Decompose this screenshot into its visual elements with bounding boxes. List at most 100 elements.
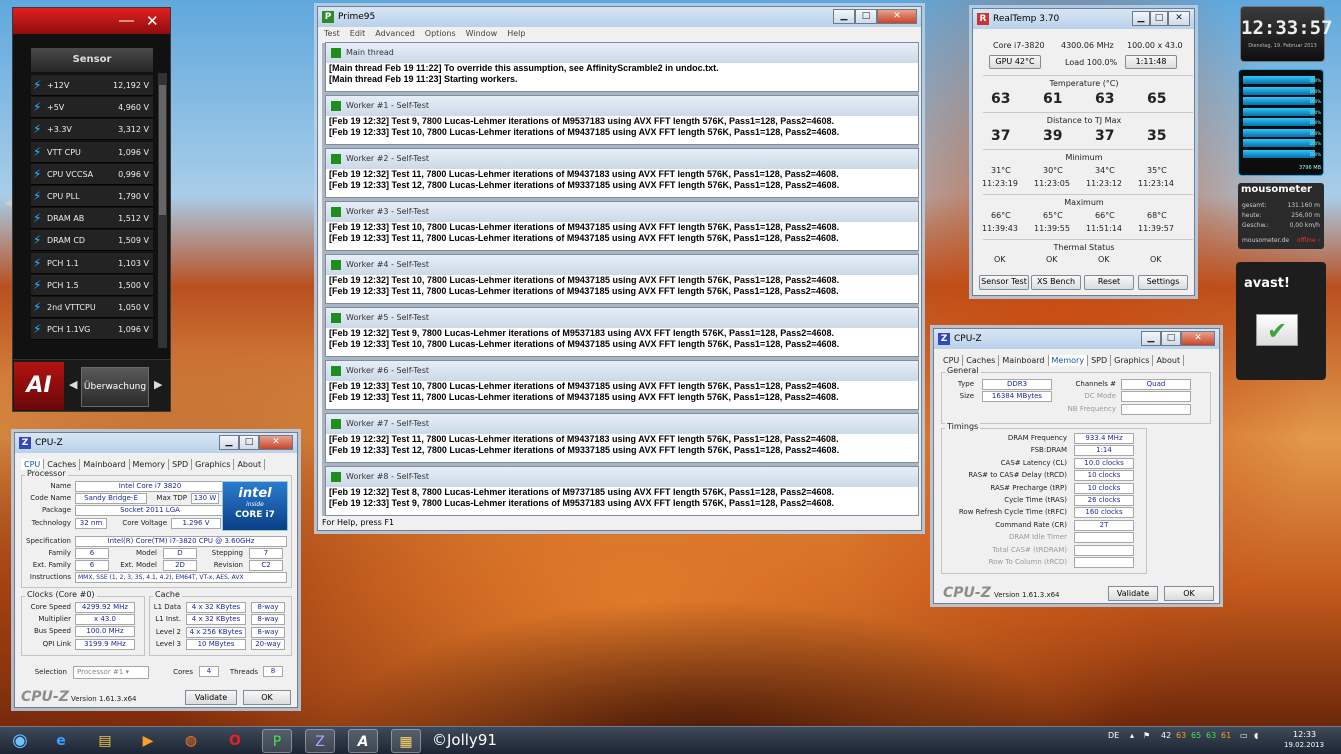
- menu-item-window[interactable]: Window: [466, 29, 498, 38]
- minimize-icon[interactable]: ▁: [1132, 11, 1150, 26]
- sensor-test-button[interactable]: Sensor Test: [979, 275, 1029, 290]
- minimize-icon[interactable]: ▁: [219, 435, 239, 450]
- tab-about[interactable]: About: [1153, 355, 1185, 366]
- tab-memory[interactable]: Memory: [1048, 355, 1089, 366]
- tab-mainboard[interactable]: Mainboard: [999, 355, 1049, 366]
- worker-titlebar[interactable]: Worker #7 - Self-Test: [326, 414, 918, 434]
- maximize-icon[interactable]: □: [1150, 11, 1168, 26]
- minimize-icon[interactable]: ▁: [833, 9, 855, 24]
- xs-bench-button[interactable]: XS Bench: [1031, 275, 1081, 290]
- flag-icon[interactable]: ⚑: [1143, 731, 1150, 740]
- close-icon[interactable]: ✕: [1181, 331, 1215, 346]
- worker-window[interactable]: Worker #5 - Self-Test [Feb 19 12:32] Test…: [325, 307, 919, 357]
- tray-core-temp[interactable]: 63: [1176, 731, 1186, 740]
- processor-select[interactable]: Processor #1 ▾: [73, 666, 149, 679]
- volume-icon[interactable]: ◖: [1254, 731, 1258, 740]
- worker-window[interactable]: Worker #4 - Self-Test [Feb 19 12:32] Test…: [325, 254, 919, 304]
- scroll-thumb[interactable]: [159, 85, 166, 215]
- language-indicator[interactable]: DE: [1108, 731, 1119, 740]
- worker-window[interactable]: Worker #2 - Self-Test [Feb 19 12:32] Test…: [325, 148, 919, 198]
- tray-core-temp[interactable]: 61: [1221, 731, 1231, 740]
- taskbar-date[interactable]: 19.02.2013: [1284, 741, 1324, 749]
- tray-core-temp[interactable]: 42: [1161, 731, 1171, 740]
- validate-button[interactable]: Validate: [1108, 586, 1158, 601]
- timer-button[interactable]: 1:11:48: [1125, 55, 1177, 69]
- minimize-icon[interactable]: —: [119, 12, 134, 29]
- settings-button[interactable]: Settings: [1138, 275, 1188, 290]
- maximize-icon[interactable]: □: [239, 435, 259, 450]
- worker-titlebar[interactable]: Worker #4 - Self-Test: [326, 255, 918, 275]
- taskbar-time[interactable]: 12:33: [1293, 730, 1316, 739]
- sensor-scrollbar[interactable]: [158, 73, 167, 348]
- sensor-row[interactable]: ⚡ +5V 4,960 V: [31, 97, 153, 119]
- sensor-row[interactable]: ⚡ +3.3V 3,312 V: [31, 119, 153, 141]
- validate-button[interactable]: Validate: [185, 690, 237, 705]
- cpuz-titlebar[interactable]: Z CPU-Z ▁ □ ✕: [934, 329, 1219, 349]
- media-player-icon[interactable]: ▶: [133, 729, 163, 753]
- reset-button[interactable]: Reset: [1084, 275, 1134, 290]
- worker-titlebar[interactable]: Worker #2 - Self-Test: [326, 149, 918, 169]
- next-arrow-icon[interactable]: ▶: [154, 378, 162, 391]
- worker-window[interactable]: Worker #1 - Self-Test [Feb 19 12:32] Test…: [325, 95, 919, 145]
- ai-suite-taskbar-icon[interactable]: A: [348, 729, 378, 753]
- realtemp-taskbar-icon[interactable]: ▦: [391, 729, 421, 753]
- sensor-row[interactable]: ⚡ +12V 12,192 V: [31, 75, 153, 96]
- worker-titlebar[interactable]: Worker #3 - Self-Test: [326, 202, 918, 222]
- tab-caches[interactable]: Caches: [963, 355, 1000, 366]
- sensor-row[interactable]: ⚡ DRAM CD 1,509 V: [31, 230, 153, 252]
- tab-memory[interactable]: Memory: [130, 459, 170, 470]
- worker-titlebar[interactable]: Worker #5 - Self-Test: [326, 308, 918, 328]
- close-icon[interactable]: ✕: [259, 435, 293, 450]
- close-icon[interactable]: ✕: [877, 9, 917, 24]
- tab-cpu[interactable]: CPU: [940, 355, 964, 366]
- worker-titlebar[interactable]: Main thread: [326, 43, 918, 63]
- prime95-taskbar-icon[interactable]: P: [262, 729, 292, 753]
- worker-titlebar[interactable]: Worker #6 - Self-Test: [326, 361, 918, 381]
- sensor-row[interactable]: ⚡ VTT CPU 1,096 V: [31, 141, 153, 163]
- gpu-temp-button[interactable]: GPU 42°C: [989, 55, 1041, 69]
- tab-graphics[interactable]: Graphics: [1111, 355, 1154, 366]
- opera-icon[interactable]: O: [220, 729, 250, 753]
- cpuz-titlebar[interactable]: Z CPU-Z ▁ □ ✕: [15, 433, 297, 453]
- sensor-row[interactable]: ⚡ CPU VCCSA 0,996 V: [31, 163, 153, 185]
- worker-window[interactable]: Worker #3 - Self-Test [Feb 19 12:33] Test…: [325, 201, 919, 251]
- maximize-icon[interactable]: □: [1161, 331, 1181, 346]
- cpuz-taskbar-icon[interactable]: Z: [305, 729, 335, 753]
- mousometer-site[interactable]: mousometer.de: [1242, 237, 1289, 244]
- tab-spd[interactable]: SPD: [169, 459, 193, 470]
- tab-mainboard[interactable]: Mainboard: [80, 459, 130, 470]
- close-icon[interactable]: ✕: [146, 12, 159, 30]
- checkmark-icon[interactable]: ✔: [1256, 314, 1298, 346]
- firefox-icon[interactable]: ◍: [176, 729, 206, 753]
- sensor-row[interactable]: ⚡ 2nd VTTCPU 1,050 V: [31, 297, 153, 318]
- worker-window[interactable]: Main thread [Main thread Feb 19 11:22] To…: [325, 42, 919, 92]
- collapse-arrow-icon[interactable]: ◀: [4, 198, 12, 209]
- menu-item-advanced[interactable]: Advanced: [375, 29, 415, 38]
- worker-window[interactable]: Worker #7 - Self-Test [Feb 19 12:32] Test…: [325, 413, 919, 463]
- internet-explorer-icon[interactable]: e: [46, 729, 76, 753]
- ok-button[interactable]: OK: [1164, 586, 1214, 601]
- realtemp-titlebar[interactable]: R RealTemp 3.70 ▁ □ ✕: [973, 9, 1194, 29]
- tab-graphics[interactable]: Graphics: [192, 459, 235, 470]
- network-icon[interactable]: ▭: [1240, 731, 1248, 740]
- prev-arrow-icon[interactable]: ◀: [69, 378, 77, 391]
- sensor-row[interactable]: ⚡ DRAM AB 1,512 V: [31, 208, 153, 230]
- worker-window[interactable]: Worker #6 - Self-Test [Feb 19 12:33] Test…: [325, 360, 919, 410]
- worker-titlebar[interactable]: Worker #8 - Self-Test: [326, 467, 918, 487]
- sensor-row[interactable]: ⚡ PCH 1.1 1,103 V: [31, 252, 153, 274]
- sensor-row[interactable]: ⚡ PCH 1.5 1,500 V: [31, 274, 153, 296]
- menu-item-options[interactable]: Options: [425, 29, 456, 38]
- prime95-titlebar[interactable]: P Prime95 ▁ □ ✕: [318, 7, 921, 27]
- sensor-row[interactable]: ⚡ PCH 1.1VG 1,096 V: [31, 319, 153, 341]
- close-icon[interactable]: ✕: [1168, 11, 1190, 26]
- tab-spd[interactable]: SPD: [1088, 355, 1112, 366]
- tray-core-temp[interactable]: 65: [1191, 731, 1201, 740]
- sensor-row[interactable]: ⚡ CPU PLL 1,790 V: [31, 186, 153, 207]
- explorer-folder-icon[interactable]: ▤: [90, 729, 120, 753]
- start-button-icon[interactable]: ◉: [4, 729, 36, 753]
- worker-window[interactable]: Worker #8 - Self-Test [Feb 19 12:32] Test…: [325, 466, 919, 516]
- minimize-icon[interactable]: ▁: [1141, 331, 1161, 346]
- tray-expand-icon[interactable]: ▴: [1130, 731, 1134, 740]
- monitor-button[interactable]: Überwachung: [81, 367, 149, 407]
- ok-button[interactable]: OK: [243, 690, 291, 705]
